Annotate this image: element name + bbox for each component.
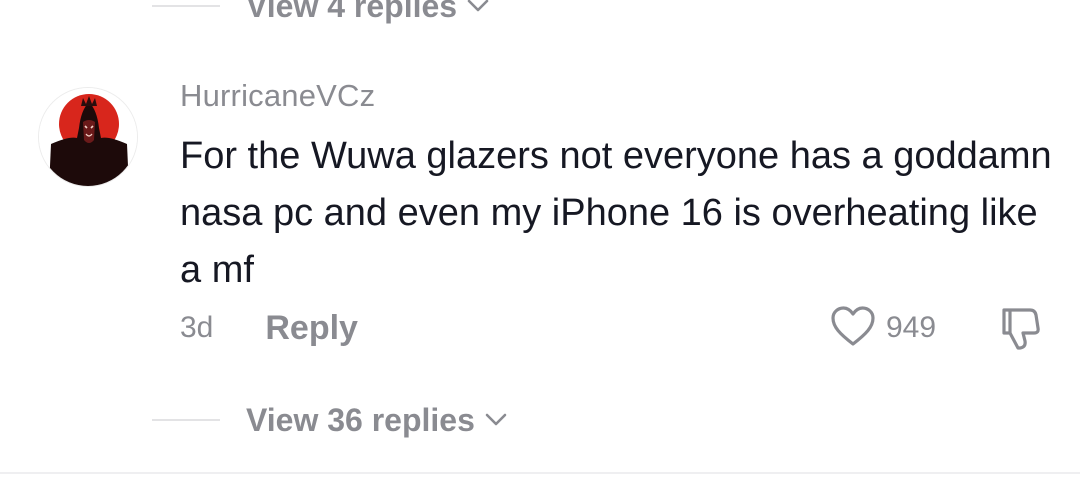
like-button[interactable]: 949	[830, 302, 936, 354]
dislike-button[interactable]	[990, 302, 1046, 358]
chevron-down-icon	[485, 413, 507, 427]
previous-view-replies-row: View 4 replies	[152, 0, 489, 26]
view-replies-label: View 36 replies	[246, 401, 475, 438]
previous-view-replies-button[interactable]: View 4 replies	[246, 0, 489, 25]
comment-text: For the Wuwa glazers not everyone has a …	[180, 135, 1052, 291]
thumbs-down-outline-icon	[994, 304, 1042, 357]
avatar[interactable]	[38, 87, 138, 187]
comment-timestamp: 3d	[180, 311, 214, 344]
like-count: 949	[886, 311, 937, 344]
avatar-image	[39, 88, 137, 186]
previous-view-replies-label: View 4 replies	[246, 0, 458, 24]
comment-username[interactable]: HurricaneVCz	[180, 78, 375, 114]
comment-separator	[0, 472, 1080, 474]
comment-meta-row: 3d Reply	[180, 306, 358, 350]
reply-divider-line	[152, 419, 220, 421]
heart-outline-icon	[830, 305, 876, 352]
reply-button[interactable]: Reply	[265, 309, 358, 348]
view-replies-button[interactable]: View 36 replies	[246, 402, 507, 439]
chevron-down-icon	[467, 0, 489, 13]
reply-divider-line	[152, 5, 220, 7]
view-replies-row: View 36 replies	[152, 398, 507, 442]
